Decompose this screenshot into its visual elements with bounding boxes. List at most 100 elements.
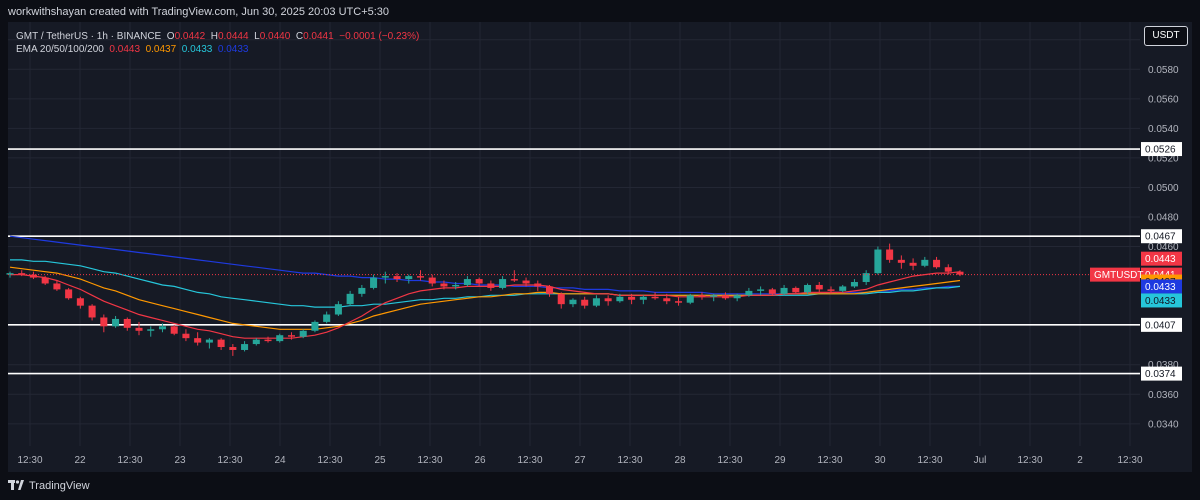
candle-body xyxy=(135,327,143,331)
close-value: 0.0441 xyxy=(303,31,334,42)
candle-body xyxy=(323,314,331,322)
close-label: C xyxy=(295,31,304,42)
ema100-line xyxy=(10,259,961,308)
candle-body xyxy=(241,344,249,350)
candle-body xyxy=(358,287,366,294)
candle-body xyxy=(886,249,894,260)
candle-body xyxy=(6,273,14,275)
candle-body xyxy=(217,339,225,348)
candle-body xyxy=(41,277,49,284)
open-value: 0.0442 xyxy=(174,31,206,42)
candle-body xyxy=(463,279,471,285)
candle-body xyxy=(123,318,131,328)
candle-body xyxy=(698,295,706,297)
x-tick-label: 12:30 xyxy=(417,455,442,466)
candle-body xyxy=(405,276,413,280)
currency-button[interactable]: USDT xyxy=(1144,26,1188,46)
candle-body xyxy=(112,318,120,327)
candle-body xyxy=(768,289,776,294)
candle-body xyxy=(874,249,882,274)
ema-row: EMA 20/50/100/200 0.0443 0.0437 0.0433 0… xyxy=(16,43,419,56)
x-tick-label: 12:30 xyxy=(1017,455,1042,466)
candle-body xyxy=(100,317,108,327)
y-tick-label: 0.0580 xyxy=(1148,65,1179,76)
candle-body xyxy=(194,338,202,343)
candle-body xyxy=(499,279,507,288)
x-tick-label: 12:30 xyxy=(517,455,542,466)
candle-body xyxy=(686,295,694,303)
x-tick-label: 12:30 xyxy=(117,455,142,466)
ohlc-row: GMT / TetherUS · 1h · BINANCE O0.0442 H0… xyxy=(16,30,419,43)
x-tick-label: 25 xyxy=(374,455,386,466)
chart-legend: GMT / TetherUS · 1h · BINANCE O0.0442 H0… xyxy=(16,30,419,56)
x-tick-label: 12:30 xyxy=(17,455,42,466)
x-tick-label: Jul xyxy=(974,455,987,466)
y-tick-label: 0.0480 xyxy=(1148,213,1179,224)
level-price-tag-text: 0.0407 xyxy=(1145,320,1176,331)
level-price-tag-text: 0.0526 xyxy=(1145,145,1176,156)
candle-body xyxy=(264,339,272,342)
candle-body xyxy=(510,279,518,281)
x-tick-label: 12:30 xyxy=(617,455,642,466)
candle-body xyxy=(487,283,495,288)
candle-body xyxy=(346,293,354,305)
y-tick-label: 0.0360 xyxy=(1148,390,1179,401)
candle-body xyxy=(452,284,460,287)
candle-body xyxy=(675,301,683,303)
candle-body xyxy=(557,293,565,305)
tradingview-logo[interactable]: TradingView xyxy=(8,479,90,493)
candle-body xyxy=(252,339,260,345)
candle-body xyxy=(545,286,554,294)
symbol-line: GMT / TetherUS · 1h · BINANCE xyxy=(16,31,162,42)
candle-body xyxy=(651,296,659,299)
candle-body xyxy=(710,295,718,297)
x-tick-label: 30 xyxy=(874,455,886,466)
candle-body xyxy=(440,283,448,287)
x-tick-label: 12:30 xyxy=(317,455,342,466)
candle-body xyxy=(569,299,577,305)
candle-body xyxy=(381,276,389,278)
candle-body xyxy=(88,305,96,318)
candle-body xyxy=(909,262,917,266)
x-tick-label: 2 xyxy=(1077,455,1083,466)
candle-body xyxy=(334,304,342,315)
level-price-tag-text: 0.0374 xyxy=(1145,369,1176,380)
candle-body xyxy=(745,290,753,296)
y-tick-label: 0.0560 xyxy=(1148,94,1179,105)
x-tick-label: 22 xyxy=(74,455,86,466)
ema100-value: 0.0433 xyxy=(181,44,213,55)
y-tick-label: 0.0340 xyxy=(1148,419,1179,430)
candle-body xyxy=(76,298,84,306)
x-tick-label: 12:30 xyxy=(817,455,842,466)
ema200-price-tag-text: 0.0433 xyxy=(1145,282,1176,293)
candle-body xyxy=(581,299,589,306)
candle-body xyxy=(592,298,600,306)
candle-body xyxy=(721,295,729,299)
candle-body xyxy=(475,279,483,284)
candle-body xyxy=(534,283,542,287)
level-price-tag-text: 0.0467 xyxy=(1145,232,1176,243)
x-tick-label: 12:30 xyxy=(217,455,242,466)
candle-body xyxy=(616,296,624,302)
candle-body xyxy=(827,289,835,291)
ema50-line xyxy=(9,266,961,330)
candle-body xyxy=(287,335,295,337)
candle-body xyxy=(780,287,788,294)
ema20-line xyxy=(10,271,961,339)
ema200-value: 0.0433 xyxy=(217,44,249,55)
candle-body xyxy=(792,287,800,293)
candle-body xyxy=(416,276,425,278)
candle-body xyxy=(663,298,671,302)
x-tick-label: 12:30 xyxy=(717,455,742,466)
candle-body xyxy=(921,259,929,266)
candle-body xyxy=(815,284,823,290)
x-tick-label: 29 xyxy=(774,455,786,466)
ema-label: EMA 20/50/100/200 xyxy=(16,44,104,55)
open-label: O xyxy=(166,31,175,42)
candle-body xyxy=(170,326,178,334)
candle-body xyxy=(839,286,847,291)
candle-body xyxy=(428,277,436,284)
candle-body xyxy=(205,339,213,343)
y-tick-label: 0.0540 xyxy=(1148,124,1179,135)
candle-body xyxy=(850,282,858,287)
